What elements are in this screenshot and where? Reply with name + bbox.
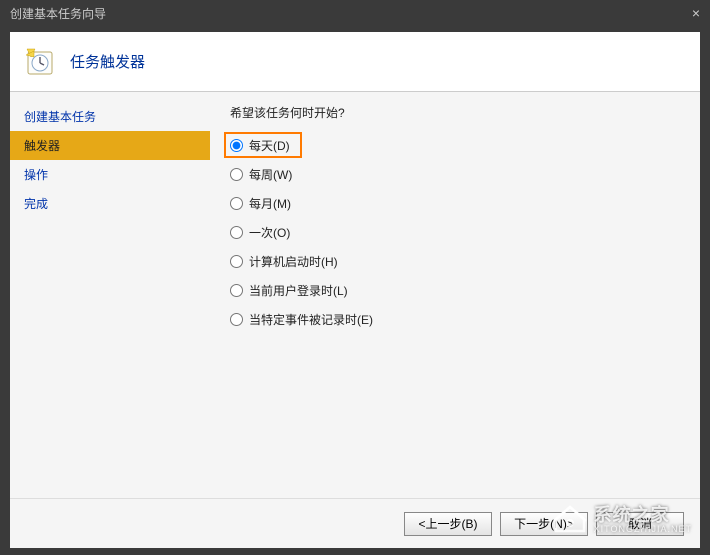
wizard-window: 创建基本任务向导 × 任务触发器 创建基本任务 触发器 操作 (0, 0, 710, 555)
option-label: 当特定事件被记录时(E) (249, 311, 373, 328)
titlebar: 创建基本任务向导 × (0, 0, 710, 26)
footer: <上一步(B) 下一步(N)> 取消 (10, 498, 700, 548)
page-title: 任务触发器 (70, 51, 145, 72)
option-label: 每天(D) (249, 137, 290, 154)
content-area: 任务触发器 创建基本任务 触发器 操作 完成 希望该任务何时开始? 每天(D) … (10, 32, 700, 548)
window-title: 创建基本任务向导 (10, 5, 106, 22)
option-startup[interactable]: 计算机启动时(H) (230, 253, 680, 270)
next-button[interactable]: 下一步(N)> (500, 512, 588, 536)
option-daily[interactable]: 每天(D) (230, 137, 680, 154)
option-label: 计算机启动时(H) (249, 253, 338, 270)
option-monthly[interactable]: 每月(M) (230, 195, 680, 212)
sidebar-item-action[interactable]: 操作 (10, 160, 210, 189)
wizard-body: 创建基本任务 触发器 操作 完成 希望该任务何时开始? 每天(D) 每周(W) (10, 92, 700, 498)
option-weekly[interactable]: 每周(W) (230, 166, 680, 183)
radio-monthly[interactable] (230, 197, 243, 210)
option-label: 一次(O) (249, 224, 290, 241)
radio-logon[interactable] (230, 284, 243, 297)
sidebar-item-finish[interactable]: 完成 (10, 189, 210, 218)
option-logon[interactable]: 当前用户登录时(L) (230, 282, 680, 299)
sidebar: 创建基本任务 触发器 操作 完成 (10, 92, 210, 498)
prompt-text: 希望该任务何时开始? (230, 104, 680, 121)
option-label: 当前用户登录时(L) (249, 282, 348, 299)
sidebar-item-trigger[interactable]: 触发器 (10, 131, 210, 160)
back-button[interactable]: <上一步(B) (404, 512, 492, 536)
radio-daily[interactable] (230, 139, 243, 152)
option-label: 每周(W) (249, 166, 292, 183)
cancel-button[interactable]: 取消 (596, 512, 684, 536)
clock-icon (24, 46, 56, 78)
wizard-header: 任务触发器 (10, 32, 700, 92)
radio-weekly[interactable] (230, 168, 243, 181)
option-once[interactable]: 一次(O) (230, 224, 680, 241)
sidebar-item-create[interactable]: 创建基本任务 (10, 102, 210, 131)
main-panel: 希望该任务何时开始? 每天(D) 每周(W) 每月(M) 一次(O) (210, 92, 700, 498)
radio-once[interactable] (230, 226, 243, 239)
close-icon[interactable]: × (692, 5, 700, 21)
option-label: 每月(M) (249, 195, 291, 212)
radio-startup[interactable] (230, 255, 243, 268)
option-event[interactable]: 当特定事件被记录时(E) (230, 311, 680, 328)
radio-event[interactable] (230, 313, 243, 326)
